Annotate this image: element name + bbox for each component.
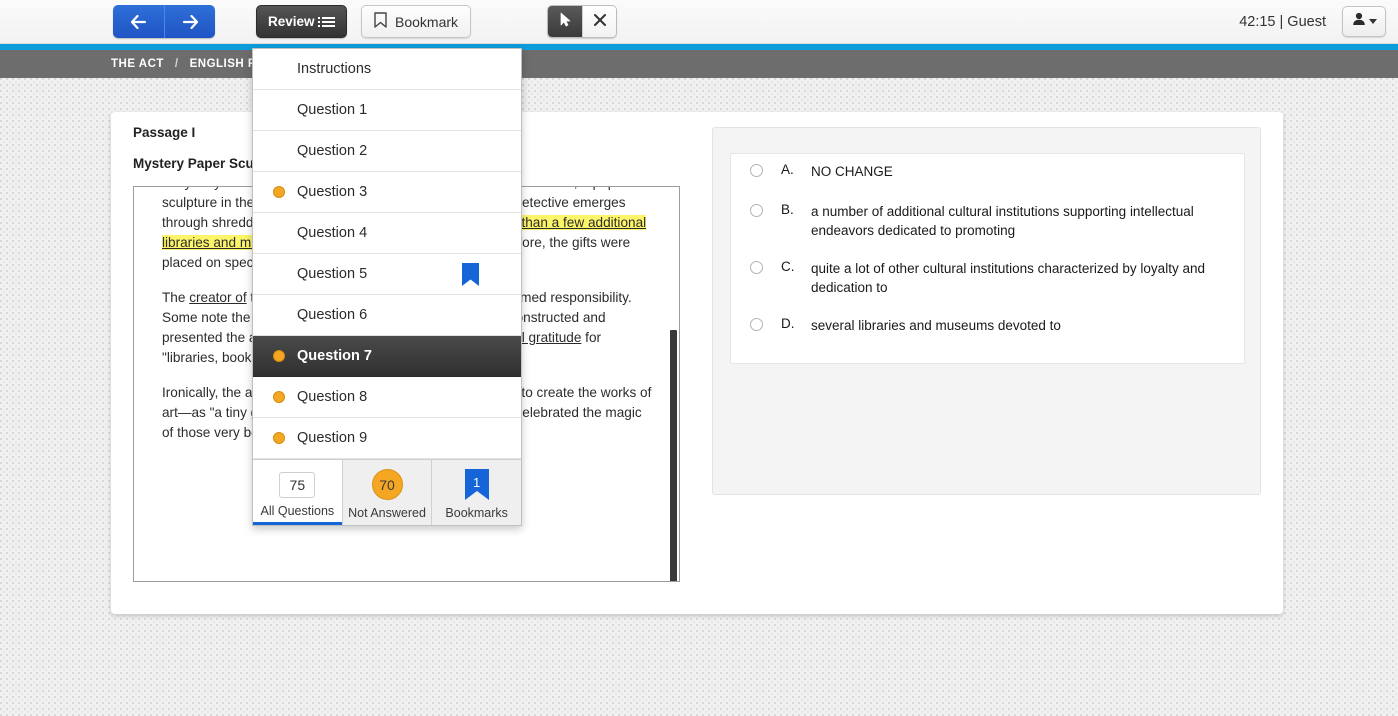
review-tab-label: Bookmarks [445,506,508,520]
all-questions-count-badge: 75 [279,472,315,498]
unanswered-dot-icon [273,391,285,403]
review-tab-bookmarks[interactable]: 1 Bookmarks [432,460,521,525]
review-question-list: Instructions Question 1 Question 2 Question… [253,49,521,459]
review-filter-tabs: 75 All Questions 70 Not Answered 1 Bookmarks [253,459,521,525]
answer-choice-text: NO CHANGE [811,162,1231,181]
unanswered-dot-icon [273,432,285,444]
review-item-label: Question 6 [297,307,367,323]
underlined-text[interactable]: creator of [189,290,246,305]
review-item-question-9[interactable]: Question 9 [253,418,521,459]
not-answered-count-badge: 70 [372,469,403,500]
answer-radio-c[interactable] [750,261,763,274]
answer-choice[interactable]: C.quite a lot of other cultural institut… [731,259,1244,297]
review-item-instructions[interactable]: Instructions [253,49,521,90]
review-item-label: Question 8 [297,389,367,405]
chevron-down-icon [1369,19,1377,24]
arrow-left-icon [130,15,147,29]
answer-choices-card: A.NO CHANGE B.a number of additional cult… [730,153,1245,364]
review-item-label: Instructions [297,61,371,77]
answer-choice[interactable]: A.NO CHANGE [731,162,1244,181]
forward-button[interactable] [164,5,215,38]
answer-choice-text: several libraries and museums devoted to [811,316,1231,335]
review-item-label: Question 4 [297,225,367,241]
back-button[interactable] [113,5,164,38]
passage-text-run: The [162,290,189,305]
bookmarks-count-flag-icon: 1 [464,469,490,500]
list-icon [322,17,335,27]
answer-choice-letter: D. [781,316,811,331]
breadcrumb-root[interactable]: THE ACT [111,58,164,70]
unanswered-dot-icon [273,350,285,362]
bookmark-button-label: Bookmark [395,14,458,30]
review-item-question-8[interactable]: Question 8 [253,377,521,418]
review-button-label: Review [268,14,315,29]
review-item-label: Question 9 [297,430,367,446]
review-item-question-5[interactable]: Question 5 [253,254,521,295]
tool-button-group [547,5,617,38]
user-menu-button[interactable] [1342,6,1386,37]
unanswered-dot-icon [273,186,285,198]
answer-choice[interactable]: B.a number of additional cultural instit… [731,202,1244,240]
review-item-label: Question 3 [297,184,367,200]
answer-choice-letter: A. [781,162,811,177]
passage-scrollbar-thumb[interactable] [670,330,677,582]
review-item-question-2[interactable]: Question 2 [253,131,521,172]
breadcrumb: THE ACT / ENGLISH PR [111,50,265,78]
review-item-label: Question 7 [297,348,372,364]
answer-panel: A.NO CHANGE B.a number of additional cult… [712,127,1261,495]
bookmark-flag-icon [462,263,479,286]
review-tab-label: All Questions [261,504,335,518]
user-avatar-icon [1352,12,1366,31]
answer-choice-text: a number of additional cultural institut… [811,202,1231,240]
cursor-arrow-icon [560,12,571,31]
review-item-question-7[interactable]: Question 7 [253,336,521,377]
close-x-icon [594,13,606,30]
breadcrumb-bar: THE ACT / ENGLISH PR [0,50,1398,78]
review-tab-label: Not Answered [348,506,426,520]
navigation-button-group [113,5,215,38]
answer-radio-d[interactable] [750,318,763,331]
review-tab-not-answered[interactable]: 70 Not Answered [343,460,433,525]
answer-choice[interactable]: D.several libraries and museums devoted … [731,316,1244,335]
answer-choice-text: quite a lot of other cultural institutio… [811,259,1231,297]
review-item-question-6[interactable]: Question 6 [253,295,521,336]
bookmark-outline-icon [374,12,387,31]
breadcrumb-separator: / [175,58,179,70]
bookmark-button[interactable]: Bookmark [361,5,471,38]
cursor-tool-button[interactable] [548,6,582,37]
review-item-question-3[interactable]: Question 3 [253,172,521,213]
arrow-right-icon [182,15,199,29]
review-item-question-1[interactable]: Question 1 [253,90,521,131]
review-item-label: Question 5 [297,266,367,282]
top-toolbar: Review Bookmark 42:15 | Guest [0,0,1398,44]
review-dropdown-menu: Instructions Question 1 Question 2 Question… [252,48,522,526]
review-item-label: Question 1 [297,102,367,118]
review-button[interactable]: Review [256,5,347,38]
answer-choice-letter: C. [781,259,811,274]
answer-choice-letter: B. [781,202,811,217]
timer-and-user-label: 42:15 | Guest [1239,0,1326,44]
answer-radio-b[interactable] [750,204,763,217]
review-item-label: Question 2 [297,143,367,159]
review-tab-all-questions[interactable]: 75 All Questions [253,460,343,525]
review-item-question-4[interactable]: Question 4 [253,213,521,254]
answer-radio-a[interactable] [750,164,763,177]
close-tool-button[interactable] [582,6,616,37]
